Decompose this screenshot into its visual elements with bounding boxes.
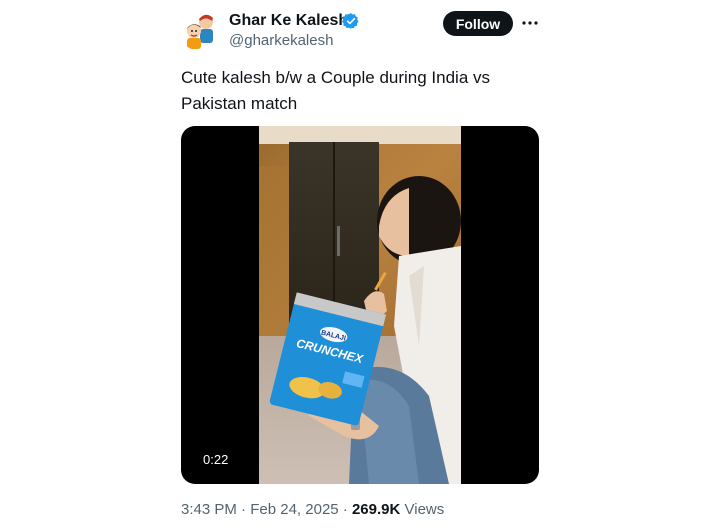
tweet-meta: 3:43 PM · Feb 24, 2025 · 269.9K Views bbox=[181, 501, 444, 519]
tweet-text: Cute kalesh b/w a Couple during India vs… bbox=[181, 68, 491, 113]
video-player[interactable]: BALAJI CRUNCHEX 0:22 bbox=[181, 126, 539, 484]
meta-separator: · bbox=[241, 501, 247, 518]
author-display-name[interactable]: Ghar Ke Kalesh bbox=[229, 11, 348, 31]
views-label: Views bbox=[404, 501, 445, 518]
video-duration: 0:22 bbox=[197, 450, 235, 470]
tweet-date[interactable]: Feb 24, 2025 bbox=[250, 501, 338, 518]
meta-separator: · bbox=[342, 501, 348, 518]
more-horizontal-icon[interactable] bbox=[520, 13, 540, 33]
avatar[interactable] bbox=[179, 9, 221, 51]
tweet-card: Ghar Ke Kalesh @gharkekalesh Follow Cute… bbox=[0, 0, 720, 529]
video-thumbnail: BALAJI CRUNCHEX bbox=[259, 126, 461, 484]
author-handle[interactable]: @gharkekalesh bbox=[229, 32, 333, 50]
tweet-time[interactable]: 3:43 PM bbox=[181, 501, 237, 518]
views-count[interactable]: 269.9K bbox=[352, 501, 400, 518]
verified-badge-icon bbox=[342, 12, 360, 30]
follow-button[interactable]: Follow bbox=[443, 11, 513, 36]
avatar-illustration bbox=[179, 9, 221, 51]
